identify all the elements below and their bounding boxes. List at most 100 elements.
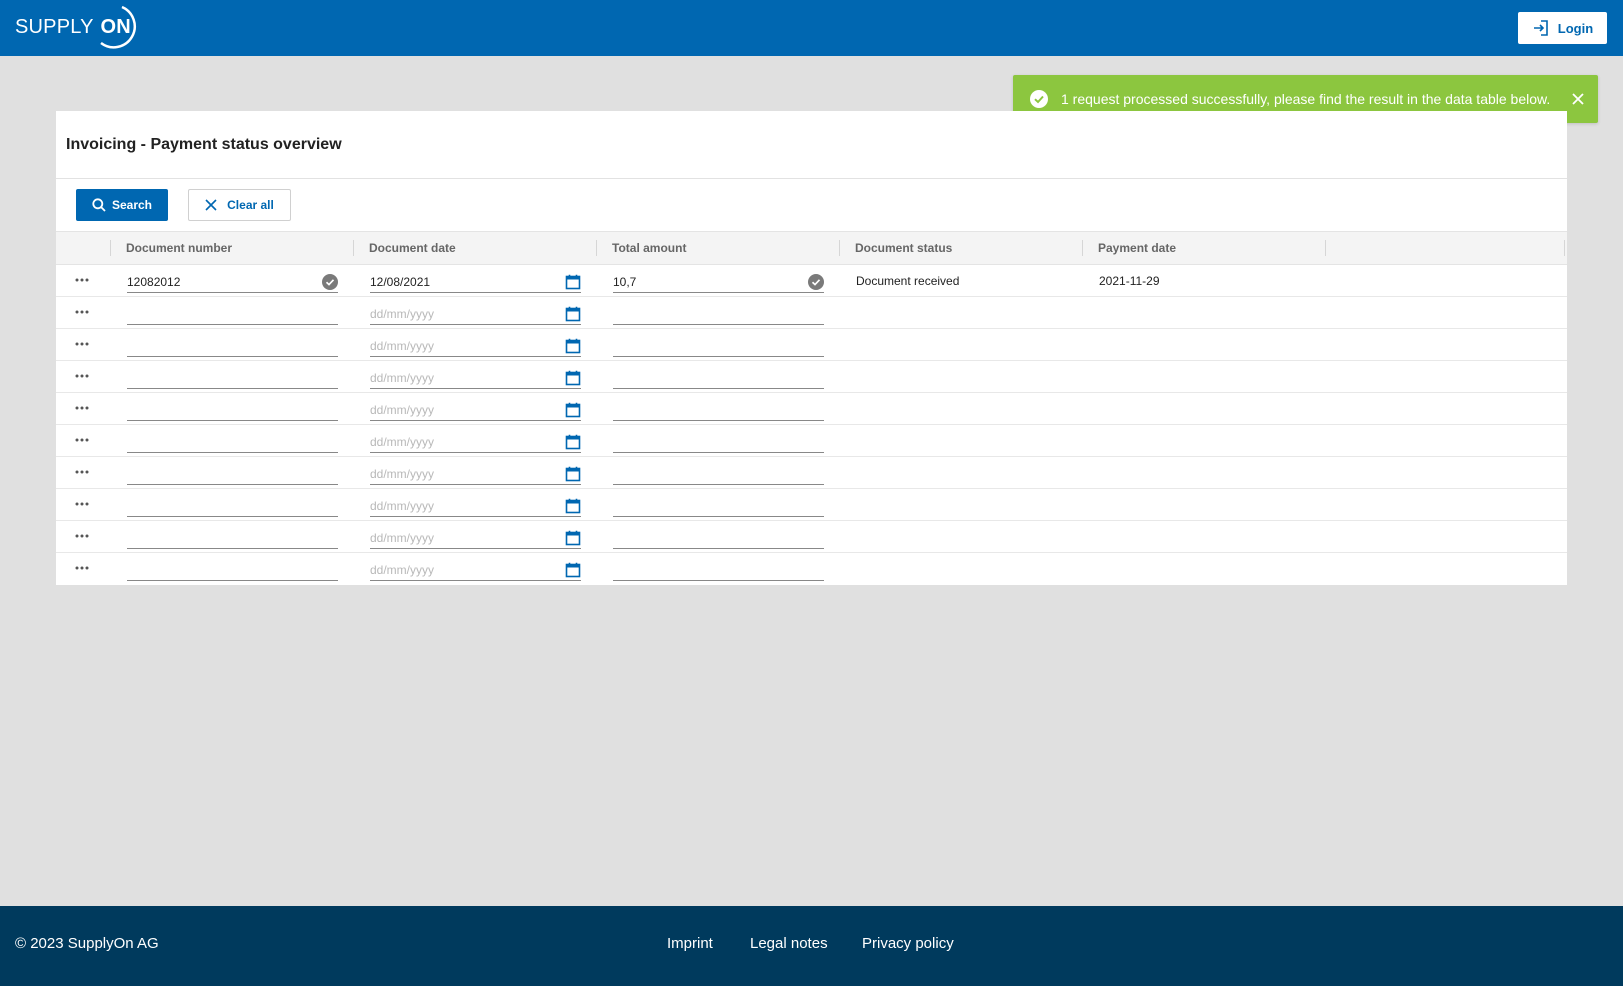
- footer-link-imprint[interactable]: Imprint: [667, 935, 713, 952]
- column-header-payment-date[interactable]: Payment date: [1082, 232, 1325, 264]
- document-date-input[interactable]: [370, 561, 581, 579]
- clear-all-button[interactable]: Clear all: [188, 189, 291, 221]
- total-amount-field[interactable]: [613, 561, 824, 581]
- document-date-input[interactable]: [370, 369, 581, 387]
- document-date-input[interactable]: [370, 401, 581, 419]
- document-number-input[interactable]: [127, 305, 338, 323]
- document-date-field[interactable]: [370, 369, 581, 389]
- document-date-field[interactable]: [370, 433, 581, 453]
- row-menu-button[interactable]: [74, 432, 90, 448]
- document-date-field[interactable]: [370, 465, 581, 485]
- document-number-field[interactable]: [127, 433, 338, 453]
- document-number-input[interactable]: [127, 401, 338, 419]
- total-amount-field[interactable]: [613, 497, 824, 517]
- row-menu-button[interactable]: [74, 560, 90, 576]
- document-date-field[interactable]: [370, 561, 581, 581]
- footer-link-legal-notes[interactable]: Legal notes: [750, 935, 828, 952]
- total-amount-input[interactable]: [613, 465, 824, 483]
- toast-close-button[interactable]: [1558, 93, 1598, 105]
- calendar-icon[interactable]: [565, 562, 581, 578]
- calendar-icon[interactable]: [565, 434, 581, 450]
- total-amount-field[interactable]: [613, 337, 824, 357]
- total-amount-input[interactable]: [613, 305, 824, 323]
- document-number-input[interactable]: [127, 561, 338, 579]
- total-amount-input[interactable]: [613, 369, 824, 387]
- total-amount-input[interactable]: [613, 497, 824, 515]
- total-amount-input[interactable]: [613, 561, 824, 579]
- total-amount-input[interactable]: [613, 401, 824, 419]
- total-amount-input[interactable]: [613, 433, 824, 451]
- total-amount-field[interactable]: [613, 401, 824, 421]
- row-menu-button[interactable]: [74, 272, 90, 288]
- document-number-input[interactable]: [127, 369, 338, 387]
- calendar-icon[interactable]: [565, 370, 581, 386]
- document-date-input[interactable]: [370, 305, 581, 323]
- document-date-input[interactable]: [370, 337, 581, 355]
- calendar-icon[interactable]: [565, 274, 581, 290]
- document-date-field[interactable]: [370, 497, 581, 517]
- total-amount-input[interactable]: [613, 273, 824, 291]
- document-number-input[interactable]: [127, 337, 338, 355]
- document-number-field[interactable]: [127, 305, 338, 325]
- document-date-field[interactable]: [370, 305, 581, 325]
- calendar-icon[interactable]: [565, 466, 581, 482]
- document-date-field[interactable]: [370, 337, 581, 357]
- row-menu-button[interactable]: [74, 400, 90, 416]
- document-number-field[interactable]: [127, 465, 338, 485]
- calendar-icon[interactable]: [565, 498, 581, 514]
- login-button[interactable]: Login: [1518, 12, 1607, 44]
- row-menu-button[interactable]: [74, 336, 90, 352]
- document-number-input[interactable]: [127, 433, 338, 451]
- table-row: Document received 2021-11-29: [56, 265, 1567, 297]
- row-menu-button[interactable]: [74, 496, 90, 512]
- document-status-cell: Document received: [856, 274, 960, 288]
- document-number-input[interactable]: [127, 273, 338, 291]
- column-header-document-status[interactable]: Document status: [839, 232, 1082, 264]
- document-number-input[interactable]: [127, 529, 338, 547]
- total-amount-field[interactable]: [613, 369, 824, 389]
- document-number-field[interactable]: [127, 369, 338, 389]
- row-menu-button[interactable]: [74, 304, 90, 320]
- more-horizontal-icon: [75, 278, 89, 282]
- calendar-icon[interactable]: [565, 402, 581, 418]
- logo-on-text: ON: [100, 15, 131, 38]
- total-amount-field[interactable]: [613, 273, 824, 293]
- document-date-input[interactable]: [370, 529, 581, 547]
- total-amount-input[interactable]: [613, 337, 824, 355]
- column-header-document-number[interactable]: Document number: [110, 232, 353, 264]
- column-header-total-amount[interactable]: Total amount: [596, 232, 839, 264]
- document-number-field[interactable]: [127, 529, 338, 549]
- document-date-input[interactable]: [370, 497, 581, 515]
- document-number-field[interactable]: [127, 497, 338, 517]
- row-menu-button[interactable]: [74, 368, 90, 384]
- document-number-input[interactable]: [127, 497, 338, 515]
- table-row: [56, 521, 1567, 553]
- calendar-icon[interactable]: [565, 530, 581, 546]
- total-amount-field[interactable]: [613, 305, 824, 325]
- total-amount-field[interactable]: [613, 465, 824, 485]
- document-date-input[interactable]: [370, 273, 581, 291]
- document-date-field[interactable]: [370, 401, 581, 421]
- calendar-icon[interactable]: [565, 306, 581, 322]
- total-amount-field[interactable]: [613, 433, 824, 453]
- footer-link-privacy-policy[interactable]: Privacy policy: [862, 935, 954, 952]
- document-number-field[interactable]: [127, 561, 338, 581]
- document-date-input[interactable]: [370, 465, 581, 483]
- document-number-field[interactable]: [127, 401, 338, 421]
- document-number-field[interactable]: [127, 337, 338, 357]
- document-date-input[interactable]: [370, 433, 581, 451]
- document-number-field[interactable]: [127, 273, 338, 293]
- row-menu-button[interactable]: [74, 528, 90, 544]
- document-number-input[interactable]: [127, 465, 338, 483]
- document-date-field[interactable]: [370, 529, 581, 549]
- login-label: Login: [1557, 20, 1594, 36]
- search-button[interactable]: Search: [76, 189, 168, 221]
- supplyon-logo[interactable]: SUPPLY ON: [15, 3, 140, 51]
- calendar-icon[interactable]: [565, 338, 581, 354]
- document-date-field[interactable]: [370, 273, 581, 293]
- total-amount-field[interactable]: [613, 529, 824, 549]
- payment-status-card: Invoicing - Payment status overview Sear…: [56, 111, 1567, 585]
- row-menu-button[interactable]: [74, 464, 90, 480]
- total-amount-input[interactable]: [613, 529, 824, 547]
- column-header-document-date[interactable]: Document date: [353, 232, 596, 264]
